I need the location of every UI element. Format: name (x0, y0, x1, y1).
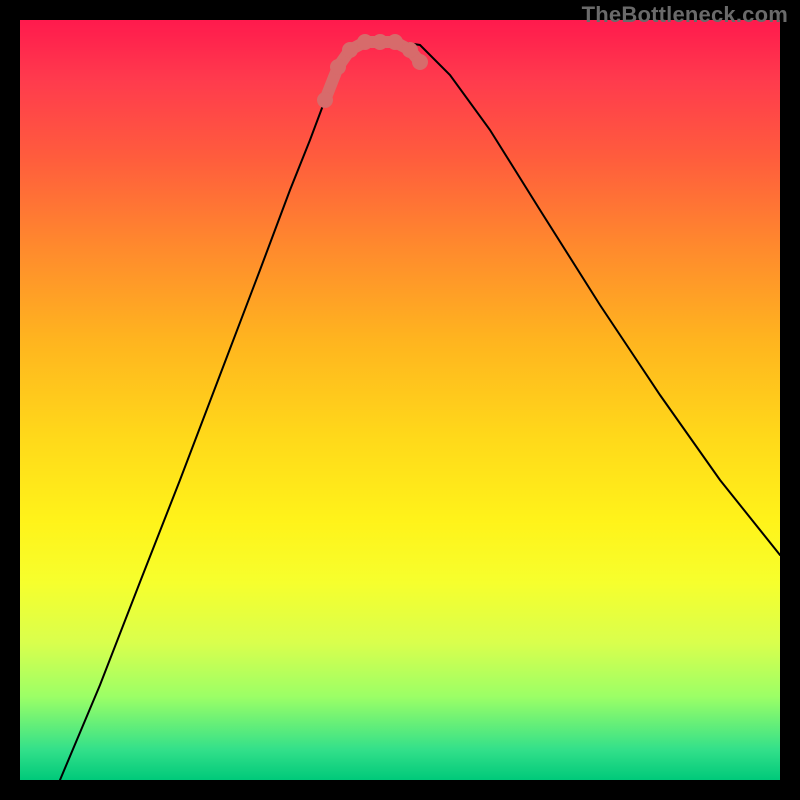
valley-marker-dot (357, 34, 373, 50)
watermark-text: TheBottleneck.com (582, 2, 788, 28)
valley-marker-dot (342, 42, 358, 58)
valley-marker-dot (372, 34, 388, 50)
outer-frame: TheBottleneck.com (0, 0, 800, 800)
bottleneck-curve (60, 42, 780, 780)
valley-marker-dot (387, 34, 403, 50)
valley-marker-dot (330, 59, 346, 75)
valley-marker-dot (412, 54, 428, 70)
chart-svg (20, 20, 780, 780)
valley-marker-dot (317, 92, 333, 108)
